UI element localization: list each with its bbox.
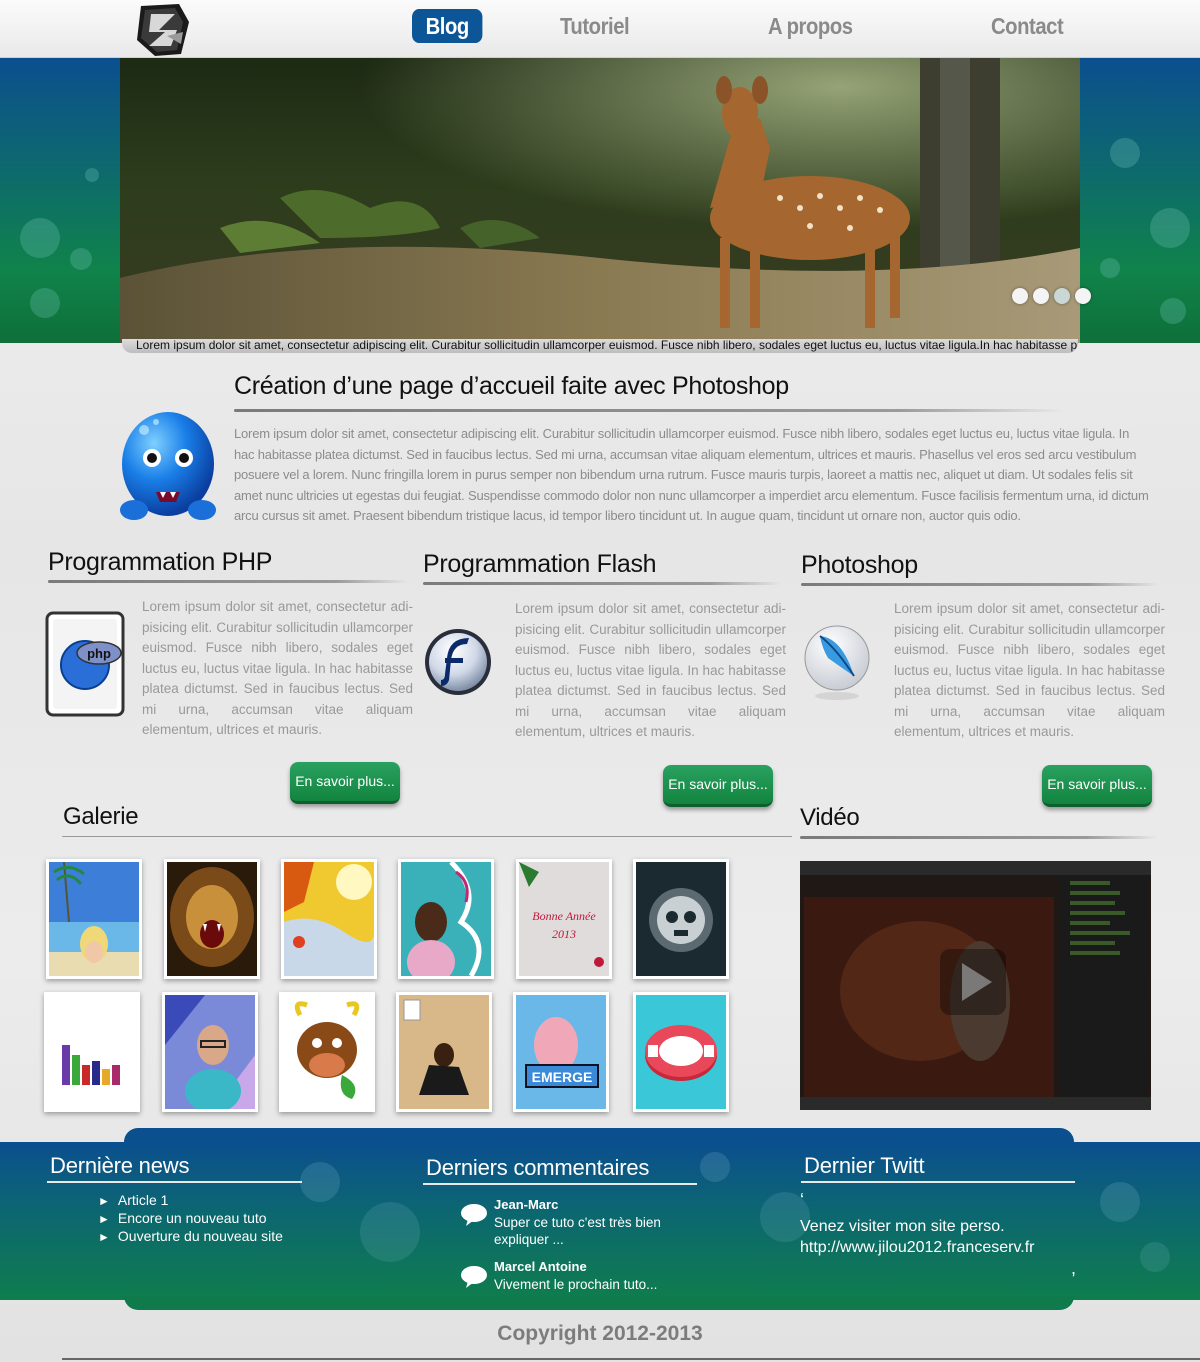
gallery-thumb-lion[interactable] (164, 859, 260, 979)
footer-twitt-underline (801, 1181, 1075, 1183)
col-php-underline (48, 580, 408, 583)
gallery-thumb-bonne-annee[interactable]: Bonne Année 2013 (516, 859, 612, 979)
gallery-thumb-skull[interactable] (633, 859, 729, 979)
col-photoshop-title: Photoshop (801, 551, 918, 579)
intro-title: Création d’une page d’accueil faite avec… (234, 372, 789, 400)
slider-dot-4[interactable] (1075, 288, 1091, 304)
gallery-thumb-poker-chip[interactable] (633, 992, 729, 1112)
gallery-title: Galerie (63, 803, 139, 830)
gallery-thumb-beach[interactable] (46, 859, 142, 979)
slider-dots (1012, 288, 1091, 304)
copyright: Copyright 2012-2013 (497, 1322, 703, 1345)
gallery-thumb-woman-glasses[interactable] (162, 992, 258, 1112)
footer-comments-title: Derniers commentaires (426, 1155, 650, 1180)
footer-news-underline (47, 1181, 302, 1183)
speech-bubble-icon (461, 1204, 487, 1226)
hero-banner (0, 58, 1200, 343)
col-php-title: Programmation PHP (48, 548, 273, 576)
banner-caption: Lorem ipsum dolor sit amet, consectetur … (122, 339, 1078, 353)
col-flash-underline (423, 582, 781, 585)
twitt-text[interactable]: Venez visiter mon site perso. http://www… (800, 1216, 1090, 1258)
col-flash-text: Lorem ipsum dolor sit amet, consectetur … (515, 601, 786, 739)
video-underline (800, 836, 1158, 839)
card-text-line2: 2013 (552, 927, 576, 941)
col-photoshop-text: Lorem ipsum dolor sit amet, consectetur … (894, 601, 1165, 739)
gallery-thumb-sand[interactable] (396, 992, 492, 1112)
intro-text: Lorem ipsum dolor sit amet, consectetur … (234, 426, 1149, 523)
col-photoshop-underline (801, 583, 1159, 586)
footer-comments-underline (423, 1183, 697, 1185)
footer-twitt-title: Dernier Twitt (804, 1153, 925, 1178)
svg-text:php: php (87, 646, 111, 661)
gallery-underline (62, 836, 792, 837)
emerge-text: EMERGE (532, 1069, 593, 1085)
comment-text: Vivement le prochain tuto... (494, 1277, 658, 1292)
card-text-line1: Bonne Année (532, 909, 596, 923)
slider-dot-1[interactable] (1012, 288, 1028, 304)
nav-tutoriel[interactable]: Tutoriel (560, 9, 630, 43)
gallery-thumb-portrait[interactable] (398, 859, 494, 979)
col-php-text: Lorem ipsum dolor sit amet, consectetur … (142, 599, 413, 737)
news-item-2[interactable]: Encore un nouveau tuto (98, 1210, 283, 1228)
news-item-3[interactable]: Ouverture du nouveau site (98, 1228, 283, 1246)
comment-text: Super ce tuto c'est très bien expliquer … (494, 1215, 661, 1247)
flash-more-button[interactable]: En savoir plus... (663, 765, 773, 807)
play-icon[interactable] (940, 949, 1006, 1015)
footer-bottom-tab (124, 1296, 1074, 1310)
footer-news-list: Article 1 Encore un nouveau tuto Ouvertu… (98, 1192, 283, 1246)
nav-contact[interactable]: Contact (991, 9, 1064, 43)
twitt-open-quote: ‘ (800, 1190, 804, 1210)
gallery-thumb-autumn[interactable] (281, 859, 377, 979)
blue-monster-icon (120, 412, 216, 520)
comment-author: Marcel Antoine (494, 1259, 587, 1274)
speech-bubble-icon (461, 1266, 487, 1288)
slider-dot-3[interactable] (1054, 288, 1070, 304)
twitt-close-quote: , (1071, 1258, 1077, 1278)
gallery-thumb-bars[interactable] (44, 992, 140, 1112)
nav-a-propos[interactable]: A propos (768, 9, 853, 43)
php-more-button[interactable]: En savoir plus... (290, 762, 400, 804)
video-player[interactable] (800, 861, 1151, 1110)
gallery-thumb-cartoon-bull[interactable] (279, 992, 375, 1112)
intro-title-underline (234, 409, 1064, 412)
news-item-1[interactable]: Article 1 (98, 1192, 283, 1210)
video-title: Vidéo (800, 804, 860, 831)
gallery-thumb-emerge[interactable]: EMERGE (513, 992, 609, 1112)
feather-icon (804, 625, 870, 700)
slider-dot-2[interactable] (1033, 288, 1049, 304)
col-flash-title: Programmation Flash (423, 550, 657, 578)
page: Blog Tutoriel A propos Contact Lorem ips… (0, 0, 1200, 1362)
php-icon: php (45, 611, 125, 717)
nav-blog[interactable]: Blog (412, 9, 483, 43)
photoshop-more-button[interactable]: En savoir plus... (1042, 765, 1152, 807)
site-logo[interactable] (133, 2, 193, 58)
comment-author: Jean-Marc (494, 1197, 559, 1212)
flash-icon (425, 629, 491, 695)
deer-photo (120, 58, 1080, 343)
bottom-divider (62, 1358, 1200, 1360)
footer-news-title: Dernière news (50, 1153, 190, 1178)
